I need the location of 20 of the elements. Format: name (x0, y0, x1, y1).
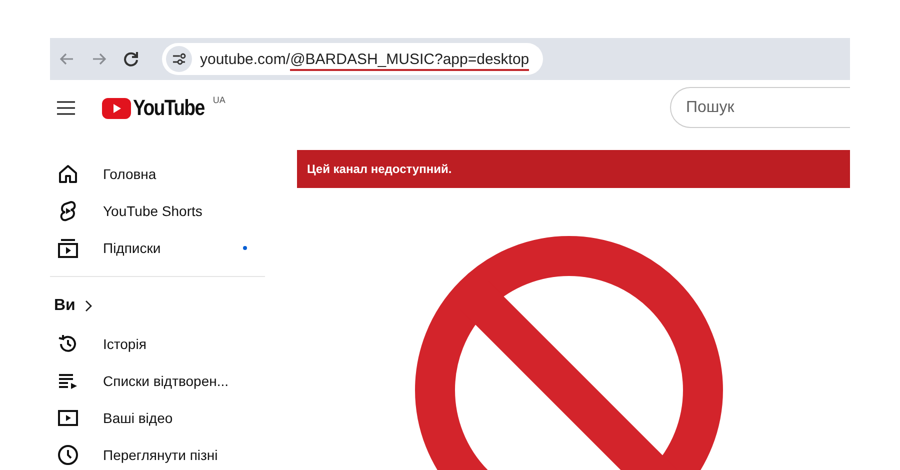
sidebar-item[interactable]: Списки відтворен... (103, 372, 229, 388)
sidebar-item[interactable]: Ваші відео (103, 410, 173, 426)
url-text: youtube.com/@BARDASH_MUSIC?app=desktop (200, 50, 530, 68)
play-logo-icon[interactable] (102, 98, 131, 118)
sidebar-item[interactable]: Головна (103, 166, 156, 182)
search-field[interactable]: Пошук (670, 87, 850, 128)
sidebar-item[interactable]: Історія (103, 336, 146, 352)
menu-icon[interactable] (56, 100, 76, 116)
region-label: UA (212, 95, 226, 105)
sidebar-item[interactable]: YouTube Shorts (103, 202, 202, 218)
logo-text: YouTube (133, 95, 204, 121)
chevron-right-icon[interactable] (85, 300, 94, 312)
reload-icon[interactable] (122, 50, 140, 68)
sidebar-item[interactable]: Переглянути пізні (103, 446, 218, 462)
address-bar[interactable]: youtube.com/@BARDASH_MUSIC?app=desktop (162, 43, 544, 75)
section-heading[interactable]: Ви (54, 297, 76, 315)
site-settings-icon[interactable] (172, 53, 186, 65)
clock-icon[interactable] (56, 442, 80, 466)
channel-unavailable-banner: Цей канал недоступний. (297, 150, 850, 188)
sidebar-item[interactable]: Підписки (103, 240, 161, 256)
